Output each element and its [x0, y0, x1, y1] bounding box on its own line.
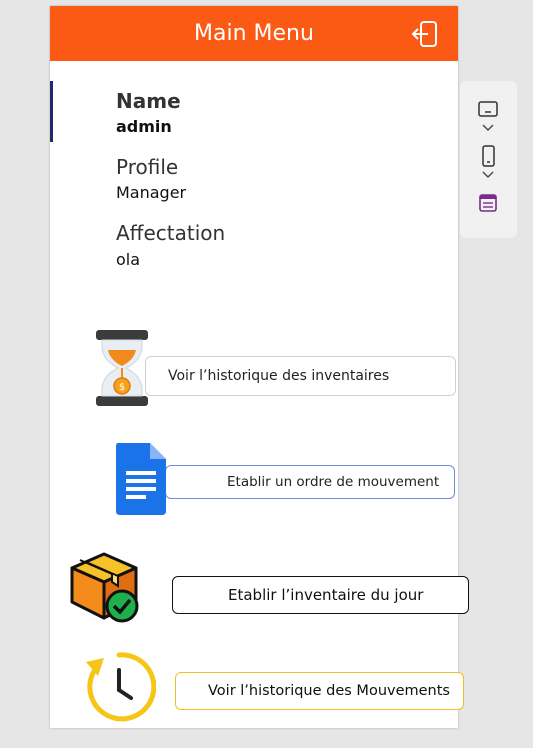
profile-label: Profile	[116, 155, 179, 179]
create-movement-order-button[interactable]: Etablir un ordre de mouvement	[165, 465, 455, 499]
profile-value: Manager	[116, 183, 187, 202]
clock-history-icon[interactable]	[82, 650, 156, 724]
daily-inventory-button[interactable]: Etablir l’inventaire du jour	[172, 576, 469, 614]
box-check-icon[interactable]	[68, 550, 142, 626]
layout-side-panel	[460, 81, 517, 238]
document-icon[interactable]	[114, 443, 168, 515]
view-inventory-history-button[interactable]: Voir l’historique des inventaires	[145, 356, 456, 396]
tablet-layout-icon[interactable]	[477, 98, 499, 120]
create-movement-order-label: Etablir un ordre de mouvement	[227, 474, 440, 490]
chevron-down-icon[interactable]	[481, 170, 495, 180]
form-icon[interactable]	[477, 192, 499, 214]
logout-icon[interactable]	[410, 19, 440, 49]
phone-layout-icon[interactable]	[477, 145, 499, 167]
name-value: admin	[116, 117, 172, 136]
selection-accent-bar	[50, 81, 53, 142]
hourglass-icon[interactable]: $	[94, 328, 150, 408]
name-label: Name	[116, 89, 181, 113]
app-screen: Main Menu Name admin Profile Manager Aff…	[50, 6, 469, 728]
svg-text:$: $	[119, 382, 125, 393]
header-bar: Main Menu	[50, 6, 458, 61]
view-inventory-history-label: Voir l’historique des inventaires	[168, 368, 390, 384]
daily-inventory-label: Etablir l’inventaire du jour	[228, 586, 424, 604]
view-movements-history-label: Voir l’historique des Mouvements	[208, 683, 450, 699]
affectation-label: Affectation	[116, 221, 226, 245]
chevron-down-icon[interactable]	[481, 123, 495, 133]
page-title: Main Menu	[194, 21, 314, 46]
affectation-value: ola	[116, 250, 141, 269]
view-movements-history-button[interactable]: Voir l’historique des Mouvements	[175, 672, 464, 710]
